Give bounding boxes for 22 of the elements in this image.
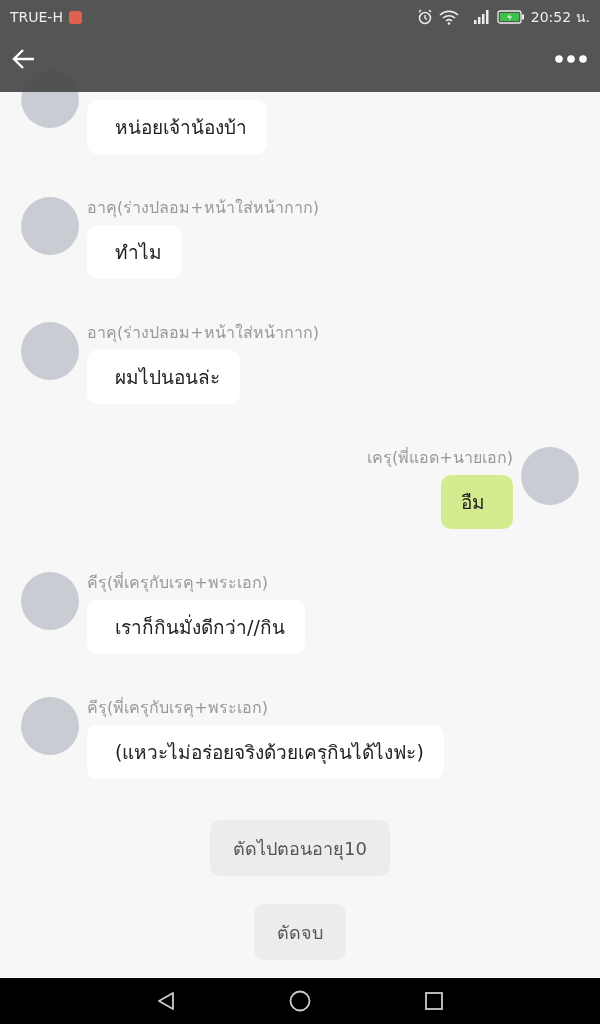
notification-icon: [68, 10, 82, 24]
sender-name: เครุ(พี่แอด+นายเอก): [367, 447, 513, 470]
battery-icon: [496, 10, 525, 24]
choice-button[interactable]: ตัดจบ: [254, 904, 346, 960]
message-bubble: อืม: [441, 475, 513, 529]
wifi-icon: [438, 9, 459, 25]
clock-time: 20:52 น.: [530, 8, 590, 27]
choice-button[interactable]: ตัดไปตอนอายุ10: [210, 820, 390, 876]
alarm-icon: [416, 9, 433, 25]
message-bubble: ผมไปนอนล่ะ: [87, 350, 240, 404]
more-options-button[interactable]: [552, 52, 590, 66]
sender-name: อาคุ(ร่างปลอม+หน้าใส่หน้ากาก): [87, 197, 319, 220]
sender-name: อาคุ(ร่างปลอม+หน้าใส่หน้ากาก): [87, 322, 319, 345]
message-bubble: (แหวะไม่อร่อยจริงด้วยเครุกินได้ไงฟะ): [87, 725, 444, 779]
carrier-label: TRUE-H: [10, 9, 63, 25]
message-bubble: เราก็กินมั่งดีกว่า//กิน: [87, 600, 305, 654]
message-bubble: หน่อยเจ้าน้องบ้า: [87, 100, 267, 154]
message-bubble: ทำไม: [87, 225, 182, 279]
sender-name: คีรุ(พี่เครุกับเรคุ+พระเอก): [87, 572, 268, 595]
sender-name: คีรุ(พี่เครุกับเรคุ+พระเอก): [87, 697, 268, 720]
home-nav-button[interactable]: [287, 988, 313, 1014]
signal-icon: [472, 9, 491, 25]
